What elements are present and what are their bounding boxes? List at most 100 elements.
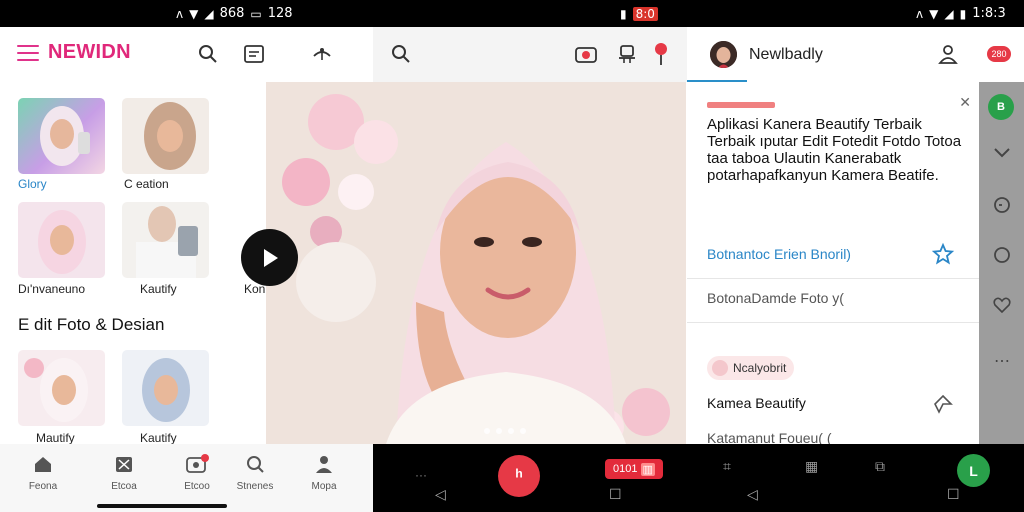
- nav-label: Etcoa: [111, 481, 137, 492]
- nav-label: Mopa: [311, 481, 337, 492]
- search-icon: [247, 456, 264, 473]
- card-title: Aplikasi Kanera Beautify Terbaik Terbaik…: [707, 116, 962, 184]
- camera-icon[interactable]: [573, 41, 599, 67]
- section-title: E dit Foto & Desian: [18, 315, 165, 334]
- more-icon[interactable]: ···: [415, 468, 427, 482]
- battery-icon: ▮: [620, 6, 627, 21]
- more-icon[interactable]: ⋯: [991, 350, 1013, 372]
- bottom-nav: Feona Etcoa Etcoo Stnenes Mopa: [0, 444, 373, 512]
- side-rail: B ⋯: [979, 82, 1024, 444]
- square-icon[interactable]: ☐: [947, 486, 960, 503]
- wifi-icon: ▼: [189, 6, 199, 21]
- status-other: 868: [219, 6, 245, 21]
- close-icon[interactable]: ✕: [959, 94, 971, 111]
- play-button[interactable]: [241, 229, 298, 286]
- notification-icon: ᴧ: [176, 6, 184, 21]
- search-icon[interactable]: [195, 41, 221, 67]
- timer-icon: ▥: [640, 462, 655, 476]
- back-icon[interactable]: ◁: [435, 486, 446, 503]
- nav-home[interactable]: Feona: [13, 454, 73, 492]
- gallery-icon[interactable]: [241, 41, 267, 67]
- tile-caption: Kautify: [140, 282, 177, 296]
- back-icon[interactable]: ◁: [747, 486, 758, 503]
- nav-search[interactable]: Stnenes: [225, 454, 285, 492]
- circle-icon[interactable]: [991, 244, 1013, 266]
- battery-icon: ▮: [959, 6, 967, 21]
- screen: ᴧ ▼ ◢ 868 ▭ 128 ▮ 8:0 ᴧ ▼ ◢ ▮ 1:8:3 NEWI…: [0, 0, 1024, 512]
- nav-label: Etcoo: [184, 481, 210, 492]
- card-link[interactable]: Botnantoc Erien Bnoril): [707, 246, 851, 262]
- editor-header: [373, 27, 687, 82]
- wifi-icon: ▼: [929, 6, 939, 21]
- template-tile-kautify-2[interactable]: [122, 350, 209, 426]
- chevron-down-icon[interactable]: [991, 142, 1013, 164]
- username: Newlbadly: [749, 46, 823, 63]
- home-indicator[interactable]: [97, 504, 227, 508]
- status-mid: ▮ 8:0: [620, 0, 658, 27]
- carousel-dots: [484, 428, 526, 434]
- tile-caption: Glory: [18, 177, 47, 191]
- nav-camera[interactable]: Etcoo: [167, 454, 227, 492]
- menu-icon[interactable]: [17, 45, 39, 63]
- record-button[interactable]: ʰ: [498, 455, 540, 497]
- camera-icon: [186, 454, 209, 473]
- app-icon[interactable]: B: [988, 94, 1014, 120]
- status-time-left: 128: [267, 6, 293, 21]
- gallery-icon[interactable]: ⧉: [875, 458, 885, 475]
- divider: [687, 278, 979, 279]
- battery-icon: ▭: [250, 6, 262, 21]
- pin-icon[interactable]: [648, 41, 674, 67]
- notification-badge[interactable]: 280: [985, 41, 1013, 67]
- nav-label: Feona: [28, 481, 58, 492]
- tag-chip[interactable]: Ncalyobrit: [707, 356, 795, 380]
- chip-icon: [712, 360, 728, 376]
- home-icon: [35, 457, 51, 472]
- tile-caption: Dı'nvaneuno: [18, 282, 86, 296]
- search-icon[interactable]: [388, 41, 414, 67]
- share-icon[interactable]: [931, 392, 955, 416]
- filter-icon[interactable]: [614, 41, 640, 67]
- badge-count: 280: [987, 46, 1011, 62]
- nav-edit[interactable]: Etcoa: [94, 454, 154, 492]
- status-time-right: 1:8:3: [972, 6, 1006, 21]
- person-icon[interactable]: [935, 41, 961, 67]
- signal-icon: ◢: [204, 6, 214, 21]
- main-photo[interactable]: [266, 82, 686, 444]
- template-tile-kautify[interactable]: [122, 202, 209, 278]
- edit-icon: [116, 457, 132, 472]
- notification-icon: ᴧ: [916, 6, 924, 21]
- divider: [687, 322, 979, 323]
- check-icon: L: [969, 462, 978, 479]
- clock-icon[interactable]: [991, 194, 1013, 216]
- status-bar: ᴧ ▼ ◢ 868 ▭ 128 ▮ 8:0 ᴧ ▼ ◢ ▮ 1:8:3: [0, 0, 1024, 27]
- template-tile-creation[interactable]: [122, 98, 209, 174]
- template-tile-glory[interactable]: [18, 98, 105, 174]
- avatar[interactable]: [710, 41, 737, 68]
- square-icon[interactable]: ☐: [609, 486, 622, 503]
- template-tile-dnvaneuno[interactable]: [18, 202, 105, 278]
- tile-caption: Mautify: [36, 431, 75, 445]
- tile-caption: Kautify: [140, 431, 177, 445]
- heart-icon[interactable]: [991, 294, 1013, 316]
- nav-profile[interactable]: Mopa: [294, 454, 354, 492]
- card-item[interactable]: BotonaDamde Foto y(: [707, 290, 844, 306]
- grid-icon[interactable]: ▦: [805, 458, 818, 475]
- app-brand: NEWIDN: [48, 41, 131, 63]
- confirm-button[interactable]: L: [957, 454, 990, 487]
- template-tile-mautify[interactable]: [18, 350, 105, 426]
- crop-icon[interactable]: ⌗: [723, 458, 731, 475]
- status-left: ᴧ ▼ ◢ 868 ▭ 128: [176, 0, 293, 27]
- chip-label: Ncalyobrit: [733, 361, 787, 375]
- record-icon: ʰ: [515, 465, 523, 486]
- record-timer[interactable]: 0101 ▥: [605, 459, 663, 479]
- card-accent: [707, 102, 775, 108]
- star-icon[interactable]: [931, 242, 955, 266]
- tile-caption: C eation: [124, 177, 169, 191]
- profile-header: Newlbadly 280: [687, 27, 1024, 82]
- card-item[interactable]: Kamea Beautify: [707, 395, 806, 411]
- share-icon[interactable]: [309, 41, 335, 67]
- nav-label: Stnenes: [236, 481, 274, 492]
- system-bar: ··· ◁ ☐ ⌗ ▦ ⧉ ◁ ☐: [373, 444, 1024, 512]
- signal-icon: ◢: [944, 6, 954, 21]
- app-header: NEWIDN: [0, 27, 373, 82]
